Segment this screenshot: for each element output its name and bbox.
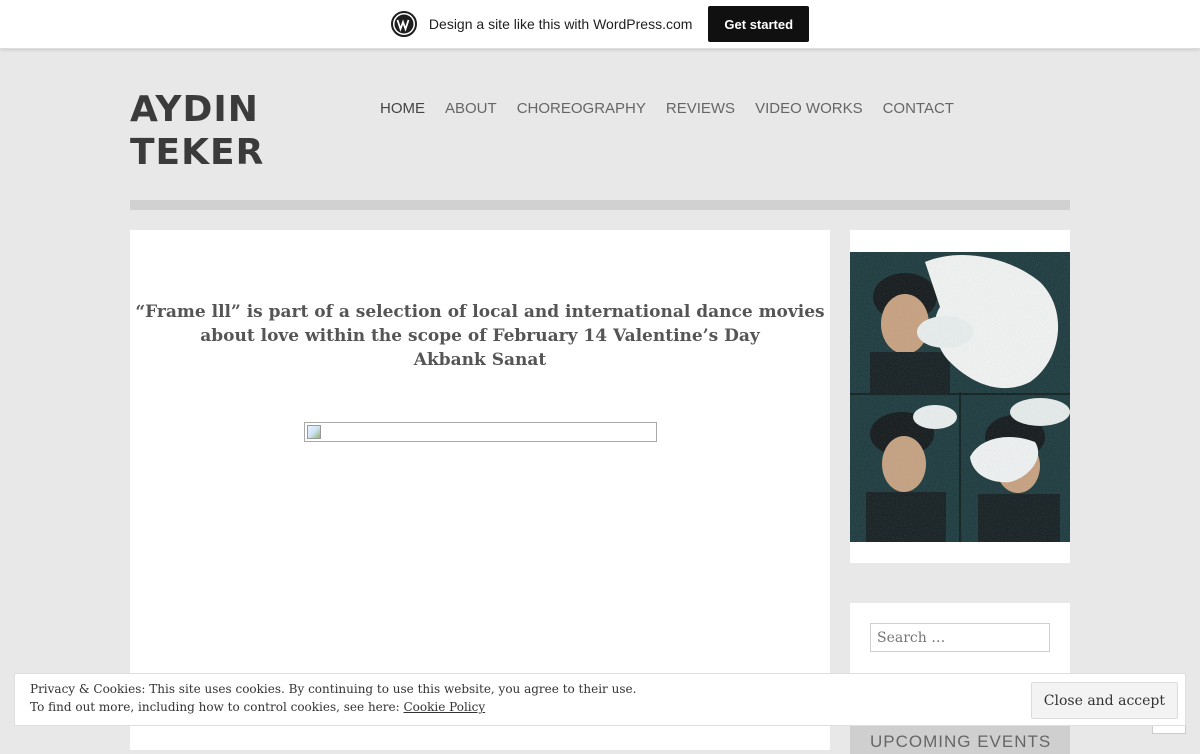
post-line: about love within the scope of February … — [200, 326, 760, 346]
cookie-more-prefix: To find out more, including how to contr… — [30, 700, 404, 714]
close-and-accept-button[interactable]: Close and accept — [1030, 682, 1178, 719]
site-title-line: AYDIN — [130, 89, 259, 130]
broken-image — [304, 422, 657, 442]
get-started-button[interactable]: Get started — [708, 6, 810, 42]
nav-item-choreography[interactable]: CHOREOGRAPHY — [517, 100, 646, 117]
site-title[interactable]: AYDIN TEKER — [130, 88, 330, 174]
nav-item-home[interactable]: HOME — [380, 100, 425, 117]
post-line: “Frame lll” is part of a selection of lo… — [135, 302, 825, 322]
events-widget-title: UPCOMING EVENTS — [870, 732, 1052, 751]
header-divider — [130, 200, 1070, 210]
promo-text: Design a site like this with WordPress.c… — [428, 16, 693, 32]
search-input[interactable] — [870, 623, 1050, 652]
cookie-policy-link[interactable]: Cookie Policy — [403, 700, 485, 714]
events-widget: UPCOMING EVENTS — [850, 724, 1070, 754]
nav-item-about[interactable]: ABOUT — [445, 100, 497, 117]
sidebar-image-widget — [850, 230, 1070, 563]
wordpress-promo-bar: Design a site like this with WordPress.c… — [0, 0, 1200, 49]
post-lead-text: “Frame lll” is part of a selection of lo… — [130, 300, 830, 372]
cookie-notice-more: To find out more, including how to contr… — [30, 700, 485, 714]
nav-item-video-works[interactable]: VIDEO WORKS — [755, 100, 863, 117]
post-content: “Frame lll” is part of a selection of lo… — [130, 230, 830, 750]
wordpress-logo-icon[interactable] — [390, 11, 417, 37]
broken-image-icon — [307, 425, 321, 439]
cookie-banner: Privacy & Cookies: This site uses cookie… — [14, 673, 1186, 726]
nav-item-contact[interactable]: CONTACT — [883, 100, 954, 117]
main-navigation: HOME ABOUT CHOREOGRAPHY REVIEWS VIDEO WO… — [380, 100, 974, 117]
site-title-line: TEKER — [130, 132, 265, 173]
cookie-notice-text: Privacy & Cookies: This site uses cookie… — [30, 682, 637, 696]
artist-photo[interactable] — [850, 252, 1070, 542]
nav-item-reviews[interactable]: REVIEWS — [666, 100, 735, 117]
post-line: Akbank Sanat — [413, 350, 547, 370]
